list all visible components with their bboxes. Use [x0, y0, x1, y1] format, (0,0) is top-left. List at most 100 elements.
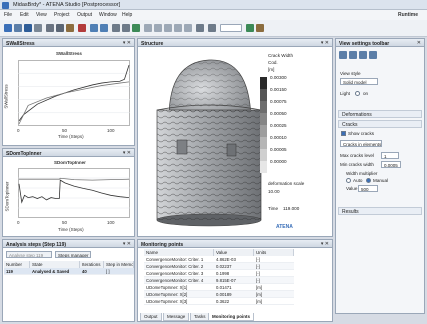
- table-row[interactable]: UDomeTopInner: X[2] 0.00189 [m]: [144, 291, 294, 298]
- monitoring-rows: ConvergenceMonitor: Criter. 1 4.862E-03 [-…: [144, 256, 294, 306]
- delete-icon[interactable]: [78, 24, 86, 32]
- view-top-icon[interactable]: [164, 24, 172, 32]
- export-icon[interactable]: [256, 24, 264, 32]
- cut-icon[interactable]: [46, 24, 54, 32]
- table-row[interactable]: ConvergenceMonitor: Criter. 2 0.02237 [-]: [144, 263, 294, 270]
- analyse-step-button[interactable]: Analyse step 119: [6, 251, 52, 258]
- manual-radio[interactable]: [366, 178, 371, 183]
- measure-icon[interactable]: [208, 24, 216, 32]
- legend-value: 0.00010: [270, 135, 287, 140]
- cell-number: 119: [6, 269, 13, 274]
- menu-view[interactable]: View: [36, 12, 47, 18]
- chart-bottom-plot[interactable]: [18, 168, 130, 218]
- panel-close-icon[interactable]: ▾ ✕: [123, 150, 131, 156]
- chart-panel-top-header: SWallStress ▾ ✕: [3, 39, 134, 47]
- cracks-in-select[interactable]: Cracks in elements: [340, 140, 382, 147]
- undo-icon[interactable]: [90, 24, 98, 32]
- light-toggle[interactable]: [355, 91, 360, 96]
- col-units[interactable]: Units: [254, 249, 294, 256]
- table-row[interactable]: UDomeTopInner: X[3] 0.3622 [m]: [144, 298, 294, 305]
- show-cracks-label: Show cracks: [348, 131, 375, 136]
- play-icon[interactable]: [246, 24, 254, 32]
- rotate-icon[interactable]: [132, 24, 140, 32]
- legend-title: Crack Width: [268, 53, 294, 58]
- panel-close-icon[interactable]: ✕: [417, 40, 421, 46]
- chart-bottom-title: SDomTopInner: [54, 160, 86, 165]
- cell-units: [m]: [256, 299, 262, 304]
- table-row[interactable]: ConvergenceMonitor: Criter. 3 0.1998 [-]: [144, 270, 294, 277]
- manual-label: Manual: [373, 178, 389, 183]
- view-style-select[interactable]: Solid model: [340, 78, 378, 85]
- zoom-fit-icon[interactable]: [122, 24, 130, 32]
- cell-name: UDomeTopInner: X[3]: [146, 299, 188, 304]
- table-row[interactable]: ConvergenceMonitor: Criter. 4 9.815E-07 [-…: [144, 277, 294, 284]
- redo-icon[interactable]: [100, 24, 108, 32]
- table-row[interactable]: UDomeTopInner: X[1] 0.01471 [m]: [144, 284, 294, 291]
- col-name[interactable]: Name: [144, 249, 214, 256]
- table-row[interactable]: 119 Analysed & Saved 40 [ ]: [4, 268, 134, 275]
- auto-label: Auto: [353, 178, 363, 183]
- legend-swatch: [260, 101, 267, 113]
- step-dropdown-icon[interactable]: [220, 24, 242, 32]
- chart-bottom-xlabel: Time (Steps): [58, 227, 84, 232]
- max-level-label: Max cracks level: [340, 153, 374, 158]
- show-cracks-checkbox[interactable]: [341, 131, 346, 136]
- panel-close-icon[interactable]: ▾ ✕: [123, 40, 131, 46]
- analysis-table-header: Number State Iterations Step in Memory: [4, 261, 134, 268]
- cell-value: 0.1998: [216, 271, 230, 276]
- col-value[interactable]: Value: [214, 249, 254, 256]
- col-number[interactable]: Number: [4, 261, 30, 268]
- panel-close-icon[interactable]: ▾ ✕: [123, 241, 131, 247]
- view-side-icon[interactable]: [154, 24, 162, 32]
- cell-value: 9.815E-07: [216, 278, 236, 283]
- chart-panel-bottom-header: SDomTopInner ▾ ✕: [3, 149, 134, 157]
- panel-close-icon[interactable]: ▾ ✕: [321, 40, 329, 46]
- grid-icon[interactable]: [184, 24, 192, 32]
- copy-icon[interactable]: [56, 24, 64, 32]
- menu-output[interactable]: Output: [77, 12, 92, 18]
- open-icon[interactable]: [14, 24, 22, 32]
- tab-message[interactable]: Message: [163, 313, 190, 321]
- view-iso-icon[interactable]: [174, 24, 182, 32]
- cracks-section[interactable]: Cracks: [338, 120, 422, 128]
- print-icon[interactable]: [34, 24, 42, 32]
- auto-radio[interactable]: [346, 178, 351, 183]
- legend-sub: Cod.: [268, 60, 278, 65]
- menu-window[interactable]: Window: [99, 12, 117, 18]
- settings-panel: View settings toolbar ✕ View style Solid …: [335, 38, 425, 314]
- chart-bottom-frame: [18, 168, 130, 218]
- axes-icon[interactable]: [196, 24, 204, 32]
- paste-icon[interactable]: [66, 24, 74, 32]
- results-section[interactable]: Results: [338, 207, 422, 215]
- bookmark-icon[interactable]: [359, 51, 367, 59]
- legend-value: 0.00075: [270, 99, 287, 104]
- col-memory[interactable]: Step in Memory: [104, 261, 134, 268]
- col-state[interactable]: State: [30, 261, 80, 268]
- tab-output[interactable]: Output: [140, 313, 162, 321]
- menu-help[interactable]: Help: [122, 12, 132, 18]
- chart-top-plot[interactable]: [18, 60, 130, 126]
- zoom-icon[interactable]: [112, 24, 120, 32]
- save-icon[interactable]: [24, 24, 32, 32]
- col-iterations[interactable]: Iterations: [80, 261, 104, 268]
- value-input[interactable]: 500: [358, 185, 378, 192]
- table-row[interactable]: ConvergenceMonitor: Criter. 1 4.862E-03 [-…: [144, 256, 294, 263]
- eye-icon[interactable]: [349, 51, 357, 59]
- panel-close-icon[interactable]: ▾ ✕: [321, 241, 329, 247]
- structure-model-view[interactable]: [139, 48, 333, 236]
- deformations-section[interactable]: Deformations: [338, 110, 422, 118]
- settings-icon[interactable]: [369, 51, 377, 59]
- cell-name: UDomeTopInner: X[2]: [146, 292, 188, 297]
- min-width-input[interactable]: 0.0005: [381, 161, 401, 168]
- camera-icon[interactable]: [339, 51, 347, 59]
- menu-project[interactable]: Project: [54, 12, 70, 18]
- tab-tasks[interactable]: Tasks: [190, 313, 210, 321]
- menu-edit[interactable]: Edit: [20, 12, 29, 18]
- max-level-select[interactable]: 1: [381, 152, 399, 159]
- tab-monitoring-points[interactable]: Monitoring points: [208, 313, 254, 321]
- menu-file[interactable]: File: [4, 12, 12, 18]
- cell-name: ConvergenceMonitor: Criter. 3: [146, 271, 204, 276]
- view-front-icon[interactable]: [144, 24, 152, 32]
- steps-manager-button[interactable]: Steps manager: [55, 251, 91, 258]
- new-icon[interactable]: [4, 24, 12, 32]
